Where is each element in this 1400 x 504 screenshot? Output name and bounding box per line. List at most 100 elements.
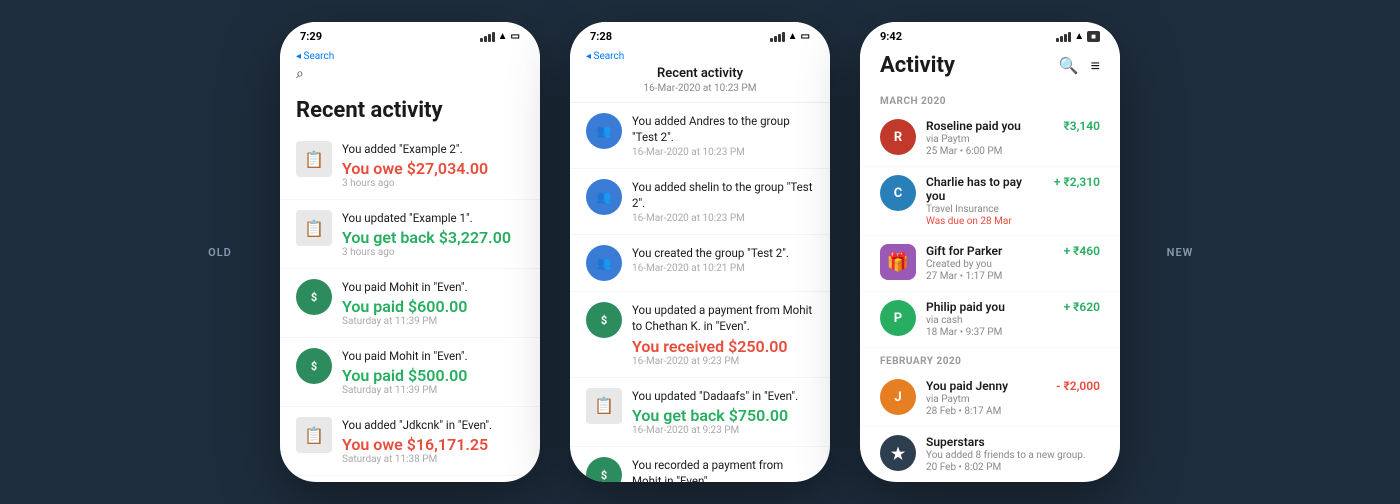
item-text: You added "Jdkcnk" in "Even".: [342, 417, 524, 433]
doc-icon: 📋: [296, 141, 332, 177]
page-title-1: Recent activity: [280, 94, 540, 131]
section-march: MARCH 2020: [860, 88, 1120, 111]
status-icons-2: ▲ ▭: [770, 31, 810, 42]
list-item[interactable]: 👥 You added Andres to the group "Test 2"…: [570, 103, 830, 169]
item-text: You paid Mohit in "Even".: [342, 348, 524, 364]
item-time: 16-Mar-2020 at 9:23 PM: [632, 356, 814, 367]
svg-text:$: $: [601, 469, 607, 482]
nav-sub-2: 16-Mar-2020 at 10:23 PM: [586, 83, 814, 94]
item-time: Saturday at 11:38 PM: [342, 454, 524, 465]
activity-list-3[interactable]: MARCH 2020 R Roseline paid you via Paytm…: [860, 88, 1120, 482]
item-amount: - ₹2,000: [1056, 379, 1100, 393]
search-icon-1[interactable]: ⌕: [296, 66, 304, 82]
header-3: Activity 🔍 ≡: [860, 47, 1120, 88]
title-row-3: Activity 🔍 ≡: [880, 53, 1100, 78]
list-item[interactable]: R Roseline paid you via Paytm 25 Mar • 6…: [860, 111, 1120, 167]
list-item[interactable]: 📋 You added "Example 2". You owe $27,034…: [280, 131, 540, 200]
item-content: Superstars You added 8 friends to a new …: [926, 435, 1090, 474]
item-amount: + ₹460: [1064, 244, 1100, 258]
item-content: You recorded a payment from Mohit in "Ev…: [632, 457, 814, 482]
search-icon-3[interactable]: 🔍: [1059, 56, 1079, 75]
search-bar-1[interactable]: ⌕: [296, 62, 524, 86]
old-label: OLD: [190, 246, 250, 259]
back-button-1[interactable]: ◂ Search: [296, 51, 524, 62]
phone-old: 7:29 ▲ ▭ ◂ Search ⌕ Recent activity: [280, 22, 540, 482]
header-icons-3: 🔍 ≡: [1059, 56, 1100, 76]
item-amount: You get back $750.00: [632, 406, 814, 425]
item-text: You added Andres to the group "Test 2".: [632, 113, 814, 145]
signal-icon-1: [480, 32, 495, 42]
item-name: Philip paid you: [926, 300, 1054, 314]
item-name: Superstars: [926, 435, 1090, 449]
status-icons-3: ▲ ■: [1056, 31, 1100, 42]
phones-container: OLD 7:29 ▲ ▭ ◂ Search ⌕ Recent a: [0, 0, 1400, 504]
item-content: Philip paid you via cash 18 Mar • 9:37 P…: [926, 300, 1054, 339]
item-time: Saturday at 11:39 PM: [342, 385, 524, 396]
item-content: Gift for Parker Created by you 27 Mar • …: [926, 244, 1054, 283]
item-name: Gift for Parker: [926, 244, 1054, 258]
status-bar-1: 7:29 ▲ ▭: [280, 22, 540, 47]
item-time: Saturday at 11:39 PM: [342, 316, 524, 327]
list-item[interactable]: 🎁 Gift for Parker Created by you 27 Mar …: [860, 236, 1120, 292]
list-item[interactable]: J You paid Jenny via Paytm 28 Feb • 8:17…: [860, 371, 1120, 427]
group-icon: 👥: [586, 113, 622, 149]
status-bar-2: 7:28 ▲ ▭: [570, 22, 830, 47]
svg-text:👥: 👥: [597, 190, 612, 204]
time-1: 7:29: [300, 30, 322, 43]
list-item[interactable]: 👥 You added shelin to the group "Test 2"…: [570, 169, 830, 235]
payment-icon: $: [296, 279, 332, 315]
avatar-gift: 🎁: [880, 244, 916, 280]
list-item[interactable]: $ You updated a payment from Mohit to Ch…: [570, 292, 830, 377]
back-button-2[interactable]: ◂ Search: [586, 51, 814, 62]
list-item[interactable]: 📋 You added "Fkksbsk" in "Even". You owe…: [280, 476, 540, 482]
item-amount: + ₹620: [1064, 300, 1100, 314]
activity-list-2[interactable]: 👥 You added Andres to the group "Test 2"…: [570, 103, 830, 482]
item-time: 16-Mar-2020 at 10:21 PM: [632, 263, 814, 274]
item-name: You paid Jenny: [926, 379, 1046, 393]
item-content: You updated a payment from Mohit to Chet…: [632, 302, 814, 366]
doc-icon: 📋: [296, 210, 332, 246]
item-amount: You get back $3,227.00: [342, 228, 524, 247]
item-content: You created the group "Test 2". 16-Mar-2…: [632, 245, 814, 274]
item-sub: You added 8 friends to a new group.: [926, 450, 1090, 461]
item-amount: + ₹2,310: [1054, 175, 1100, 189]
item-content: You added "Jdkcnk" in "Even". You owe $1…: [342, 417, 524, 465]
list-item[interactable]: $ You paid Mohit in "Even". You paid $50…: [280, 338, 540, 407]
battery-icon-2: ▭: [801, 31, 810, 42]
list-item[interactable]: 👥 You created the group "Test 2". 16-Mar…: [570, 235, 830, 292]
item-amount: You received $250.00: [632, 337, 814, 356]
list-item[interactable]: $ You paid Mohit in "Even". You paid $60…: [280, 269, 540, 338]
item-text: You updated "Example 1".: [342, 210, 524, 226]
item-amount: You paid $500.00: [342, 366, 524, 385]
header-2: ◂ Search Recent activity 16-Mar-2020 at …: [570, 47, 830, 103]
item-amount: You paid $600.00: [342, 297, 524, 316]
list-item[interactable]: 📋 You updated "Dadaafs" in "Even". You g…: [570, 378, 830, 447]
item-text: You paid Mohit in "Even".: [342, 279, 524, 295]
item-content: You paid Mohit in "Even". You paid $600.…: [342, 279, 524, 327]
new-label: NEW: [1150, 246, 1210, 259]
item-due: Was due on 28 Mar: [926, 216, 1044, 227]
list-item[interactable]: $ You recorded a payment from Mohit in "…: [570, 447, 830, 482]
list-item[interactable]: ★ Superstars You added 8 friends to a ne…: [860, 427, 1120, 482]
item-content: You added shelin to the group "Test 2". …: [632, 179, 814, 224]
item-text: You added "Example 2".: [342, 141, 524, 157]
list-item[interactable]: 📋 You updated "Example 1". You get back …: [280, 200, 540, 269]
item-sub: via Paytm: [926, 134, 1053, 145]
phone-new: 9:42 ▲ ■ Activity 🔍 ≡: [860, 22, 1120, 482]
item-text: You recorded a payment from Mohit in "Ev…: [632, 457, 814, 482]
nav-title-2: Recent activity: [586, 66, 814, 81]
item-sub: via cash: [926, 315, 1054, 326]
list-item[interactable]: 📋 You added "Jdkcnk" in "Even". You owe …: [280, 407, 540, 476]
item-text: You updated a payment from Mohit to Chet…: [632, 302, 814, 334]
battery-icon-3: ■: [1087, 31, 1100, 42]
svg-text:$: $: [601, 314, 607, 327]
doc-icon: 📋: [586, 388, 622, 424]
list-item[interactable]: P Philip paid you via cash 18 Mar • 9:37…: [860, 292, 1120, 348]
activity-list-1[interactable]: 📋 You added "Example 2". You owe $27,034…: [280, 131, 540, 482]
list-item[interactable]: C Charlie has to pay you Travel Insuranc…: [860, 167, 1120, 236]
item-content: Charlie has to pay you Travel Insurance …: [926, 175, 1044, 227]
payment-icon: $: [586, 302, 622, 338]
menu-icon-3[interactable]: ≡: [1091, 56, 1100, 76]
time-2: 7:28: [590, 30, 612, 43]
phone-mid: 7:28 ▲ ▭ ◂ Search Recent activity 16-Mar…: [570, 22, 830, 482]
